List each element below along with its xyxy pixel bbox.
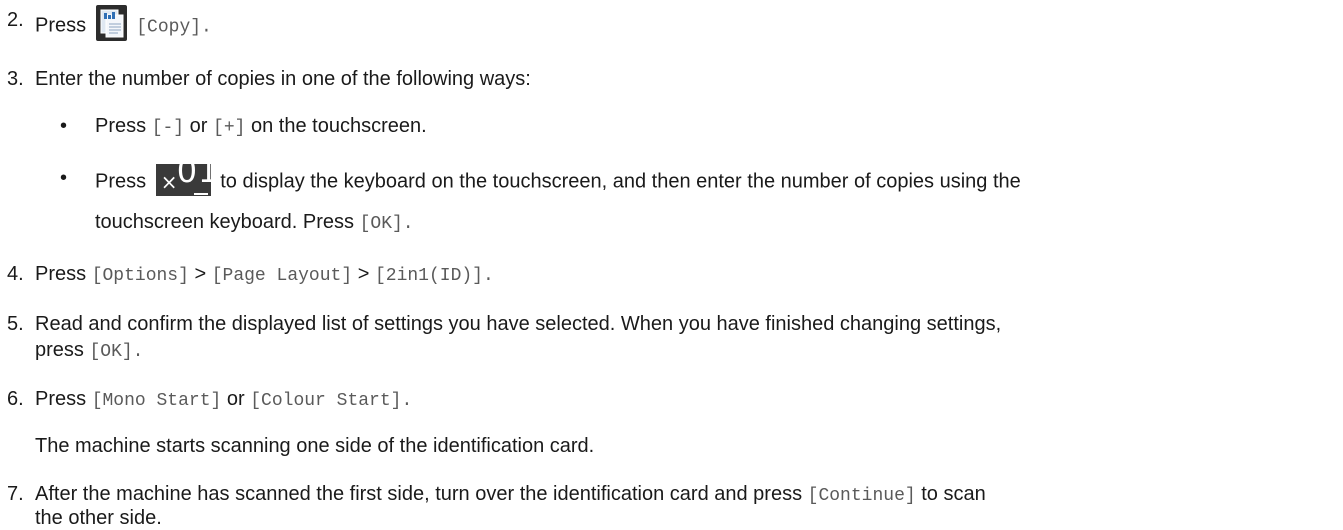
option-text: or <box>189 115 208 137</box>
step-text: or <box>226 388 245 410</box>
copies-counter-icon: × 01 <box>155 155 218 196</box>
copy-document-icon <box>95 5 127 41</box>
step-text: Read and confirm the displayed list of s… <box>35 313 1002 335</box>
step-text: to scan <box>921 483 986 505</box>
bullet: • <box>60 167 68 189</box>
path-separator: > <box>194 263 207 285</box>
step-text: press <box>35 339 84 361</box>
counter-underline <box>193 193 208 195</box>
ui-label-page-layout: [Page Layout] <box>211 266 353 286</box>
option-text: Press <box>95 115 147 137</box>
step-text: After the machine has scanned the first … <box>35 483 803 505</box>
ui-label-2in1-id: [2in1(ID)]. <box>374 266 494 286</box>
step-number: 6. <box>7 388 24 410</box>
multiply-sign: × <box>160 170 178 194</box>
step-number: 4. <box>7 263 24 285</box>
ui-label-copy: [Copy]. <box>136 17 212 38</box>
step-number: 7. <box>7 483 24 505</box>
step-result-text: The machine starts scanning one side of … <box>35 435 595 457</box>
step-text: the other side. <box>35 507 162 529</box>
ui-label-ok: [OK]. <box>359 214 414 234</box>
step-text: Enter the number of copies in one of the… <box>35 68 531 90</box>
option-text: to display the keyboard on the touchscre… <box>220 170 1021 193</box>
ui-label-options: [Options] <box>91 266 189 286</box>
option-text: on the touchscreen. <box>250 115 427 137</box>
path-separator: > <box>357 263 370 285</box>
bullet: • <box>60 115 68 137</box>
step-number: 3. <box>7 68 24 90</box>
step-number: 2. <box>7 9 24 31</box>
ui-label-ok: [OK]. <box>89 342 144 362</box>
step-number: 5. <box>7 313 24 335</box>
step-text: Press <box>35 263 87 285</box>
option-text: Press <box>95 170 147 193</box>
option-text: touchscreen keyboard. Press <box>95 211 355 233</box>
step-text: Press <box>35 388 87 410</box>
ui-label-colour-start: [Colour Start]. <box>250 391 413 411</box>
ui-label-continue: [Continue] <box>807 486 916 506</box>
ui-label-mono-start: [Mono Start] <box>91 391 222 411</box>
ui-label-minus: [-] <box>151 118 185 138</box>
step-text: Press <box>35 14 87 37</box>
copies-counter-value: 01 <box>176 152 220 190</box>
ui-label-plus: [+] <box>213 118 246 138</box>
